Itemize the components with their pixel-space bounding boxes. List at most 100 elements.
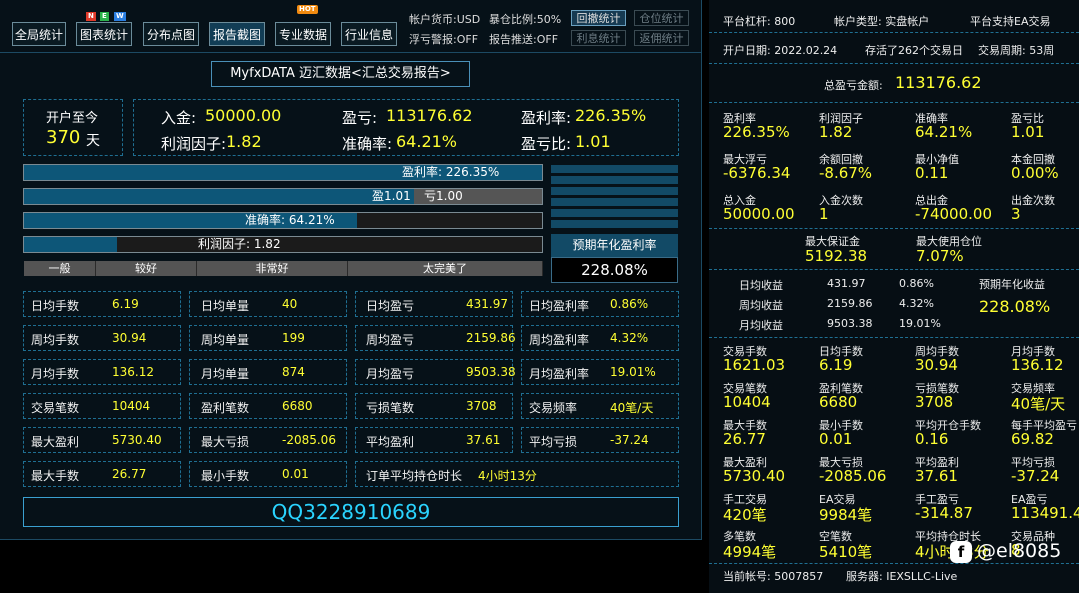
- stat-value: -37.24: [610, 433, 649, 447]
- rating-fair: 一般: [24, 261, 96, 276]
- stat-cell: 日均盈利率 0.86%: [521, 291, 679, 317]
- interest-stats-button[interactable]: 利息统计: [571, 30, 626, 46]
- stat-label: 周均单量: [201, 333, 250, 347]
- stat-value: 5730.40: [112, 433, 162, 447]
- profit-factor-value: 1.82: [226, 132, 262, 151]
- stat-cell: 最小手数 0.01: [189, 461, 347, 487]
- stat-label: 日均盈利率: [529, 299, 590, 313]
- rating-very-good: 非常好: [197, 261, 348, 276]
- new-badge-w: W: [114, 12, 126, 21]
- hot-badge: HOT: [297, 5, 318, 14]
- decor-stripe: [551, 220, 678, 228]
- decor-stripe: [551, 176, 678, 184]
- global-stats-button[interactable]: 全局统计: [12, 22, 66, 46]
- summary-box: 入金: 50000.00 盈亏: 113176.62 盈利率: 226.35% …: [133, 99, 679, 156]
- qq-contact: QQ3228910689: [23, 497, 679, 527]
- stat-value: 30.94: [112, 331, 147, 345]
- metric-value: 5410笔: [819, 543, 873, 561]
- win-bar-label: 盈1.01: [372, 189, 411, 203]
- survived-days: 存活了262个交易日: [865, 44, 963, 57]
- metric-value: 30.94: [915, 356, 958, 374]
- decor-stripe: [551, 198, 678, 206]
- profit-rate-label: 盈利率:: [521, 109, 572, 127]
- profit-factor-bar: 利润因子: 1.82: [23, 236, 543, 253]
- stat-value: 2159.86: [466, 331, 516, 345]
- stat-label: 月均盈亏: [366, 367, 415, 381]
- max-margin-value: 5192.38: [805, 247, 868, 265]
- win-bar-fill: [24, 189, 414, 204]
- stat-value: 199: [282, 331, 305, 345]
- avg-profit-rate: 4.32%: [899, 297, 934, 310]
- stat-cell: 最大手数 26.77: [23, 461, 181, 487]
- stat-label: 周均盈亏: [366, 333, 415, 347]
- stat-cell: 日均单量 40: [189, 291, 347, 317]
- metric-value: 0.16: [915, 430, 949, 448]
- chart-stats-button[interactable]: 图表统计: [76, 22, 132, 46]
- accuracy-label: 准确率:: [342, 135, 393, 153]
- metric-value: 6680: [819, 393, 858, 411]
- stat-cell: 亏损笔数 3708: [355, 393, 513, 419]
- stat-value: 0.86%: [610, 297, 649, 311]
- stat-cell: 盈利笔数 6680: [189, 393, 347, 419]
- stat-cell: 交易频率 40笔/天: [521, 393, 679, 419]
- stat-cell: 月均盈亏 9503.38: [355, 359, 516, 385]
- distribution-chart-button[interactable]: 分布点图: [143, 22, 199, 46]
- stat-value: 10404: [112, 399, 151, 413]
- stat-label: 日均单量: [201, 299, 250, 313]
- stat-cell: 周均单量 199: [189, 325, 347, 351]
- industry-info-button[interactable]: 行业信息: [341, 22, 397, 46]
- stat-label: 盈利笔数: [201, 401, 250, 415]
- new-badge-e: E: [100, 12, 109, 21]
- stat-value: -2085.06: [282, 433, 336, 447]
- stat-label: 月均单量: [201, 367, 250, 381]
- leverage: 平台杠杆: 800: [723, 15, 796, 28]
- account-number: 当前帐号: 5007857: [723, 570, 824, 583]
- open-date: 开户日期: 2022.02.24: [723, 44, 838, 57]
- metric-value: -314.87: [915, 504, 973, 522]
- metric-value: 1: [819, 205, 829, 223]
- stat-cell: 最大盈利 5730.40: [23, 427, 181, 453]
- drawdown-stats-button[interactable]: 回撤统计: [571, 10, 626, 26]
- metric-value: 0.01: [819, 430, 853, 448]
- metric-value: 40笔/天: [1011, 395, 1066, 413]
- stat-value: 874: [282, 365, 305, 379]
- win-loss-bar: 盈1.01 亏1.00: [23, 188, 543, 205]
- total-profit-value: 113176.62: [895, 73, 982, 92]
- position-stats-button[interactable]: 仓位统计: [634, 10, 689, 26]
- metric-value: -37.24: [1011, 467, 1060, 485]
- stat-label: 亏损笔数: [366, 401, 415, 415]
- report-panel: 全局统计 图表统计 N E W 分布点图 报告截图 专业数据 HOT 行业信息 …: [0, 0, 702, 540]
- avg-hold-label: 订单平均持仓时长: [366, 469, 463, 483]
- profit-rate-bar-label: 盈利率: 226.35%: [402, 165, 500, 179]
- annual-return-label: 预期年化收益: [979, 278, 1045, 291]
- metric-value: 3708: [915, 393, 954, 411]
- decor-stripe: [551, 165, 678, 173]
- rebate-stats-button[interactable]: 返佣统计: [634, 30, 689, 46]
- metric-value: 113491.49: [1011, 504, 1079, 522]
- stat-value: 37.61: [466, 433, 501, 447]
- annual-return-value: 228.08%: [979, 297, 1051, 316]
- accuracy-bar-label: 准确率: 64.21%: [245, 213, 335, 227]
- profit-factor-bar-fill: [24, 237, 118, 252]
- rating-perfect: 太完美了: [348, 261, 543, 276]
- account-currency: 帐户货币:USD: [409, 13, 481, 26]
- report-screenshot-button[interactable]: 报告截图: [209, 22, 265, 46]
- stat-label: 最大盈利: [31, 435, 80, 449]
- server-name: 服务器: IEXSLLC-Live: [846, 570, 958, 583]
- stat-value: 431.97: [466, 297, 508, 311]
- stat-value: 9503.38: [466, 365, 516, 379]
- avg-profit-rate: 19.01%: [899, 317, 941, 330]
- decor-stripe: [551, 187, 678, 195]
- loss-bar-label: 亏1.00: [424, 189, 463, 203]
- pro-data-button[interactable]: 专业数据: [275, 22, 331, 46]
- metric-value: 37.61: [915, 467, 958, 485]
- stat-label: 周均手数: [31, 333, 80, 347]
- avg-hold-value: 4小时13分: [478, 469, 537, 483]
- ea-support: 平台支持EA交易: [970, 15, 1051, 28]
- avg-profit-label: 日均收益: [739, 279, 783, 292]
- accuracy-value: 64.21%: [396, 132, 458, 151]
- metric-value: -8.67%: [819, 164, 873, 182]
- metric-value: 26.77: [723, 430, 766, 448]
- metric-value: -2085.06: [819, 467, 887, 485]
- metric-value: -6376.34: [723, 164, 791, 182]
